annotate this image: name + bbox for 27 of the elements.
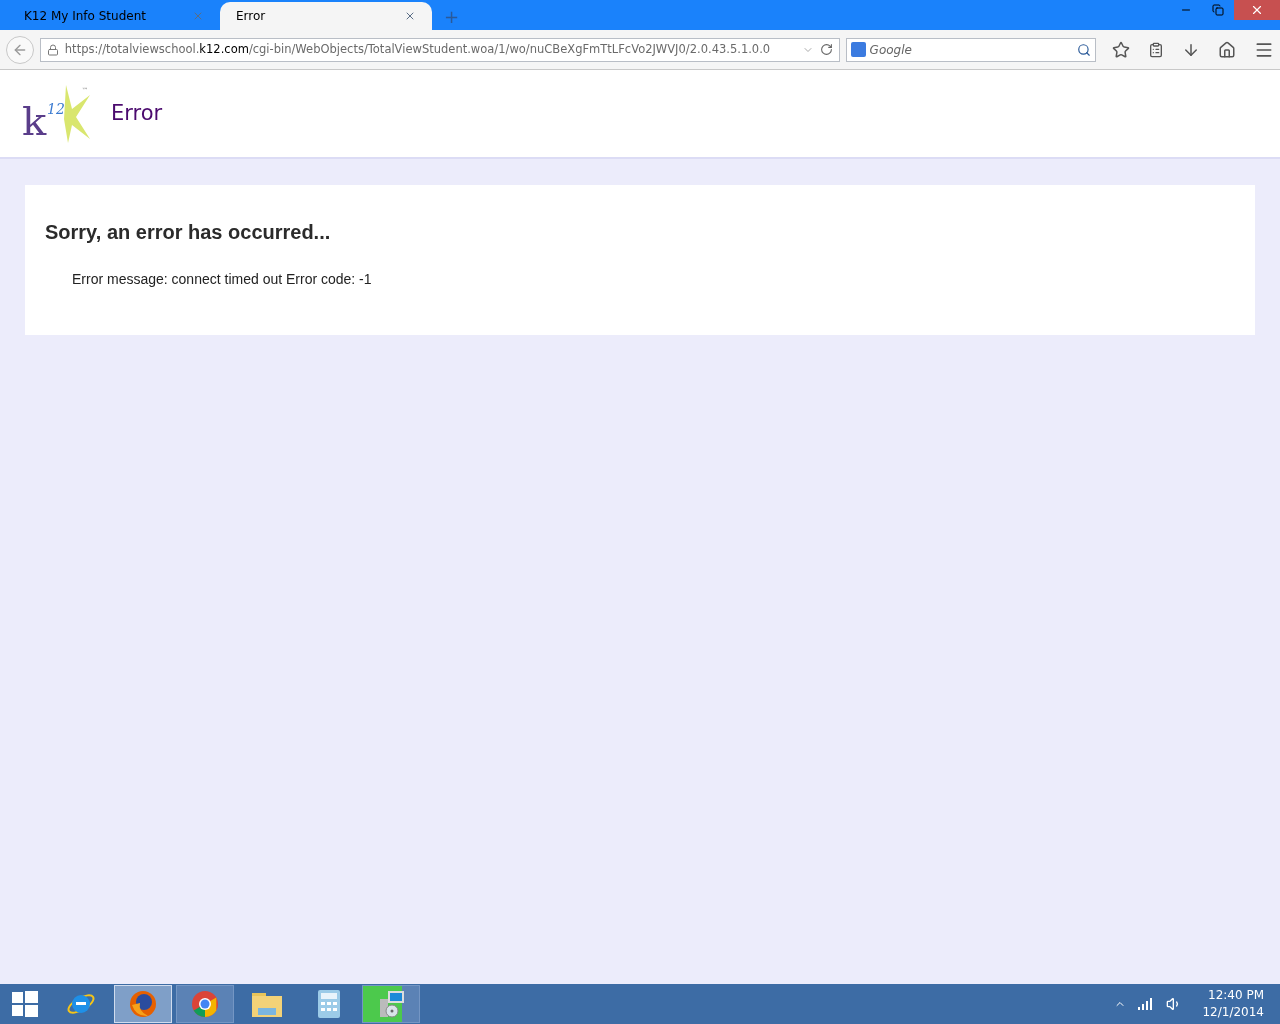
star-icon[interactable] [1112,40,1130,59]
lock-icon [46,43,59,56]
home-icon[interactable] [1218,40,1236,59]
page-title: Error [111,99,163,127]
taskbar-app[interactable] [176,985,234,1023]
error-message: Error message: connect timed out Error code: -1 [72,270,373,289]
signal-bars-icon[interactable] [1138,998,1155,1010]
restore-icon[interactable] [1212,4,1224,16]
clock[interactable]: 12:40 PM 12/1/2014 [1202,987,1264,1021]
reload-icon[interactable] [819,43,833,56]
address-field[interactable]: https://totalviewschool.k12.com/cgi-bin/WebObjects/TotalViewStudent.woa/1/wo/nuCBeXgFmTtLFcVo2JWVJ0/2.0.43.5.1.0.0 [39,37,840,62]
browser-tab[interactable]: Error [220,2,432,30]
search-icon[interactable] [1077,42,1091,57]
close-icon [1250,3,1264,17]
taskbar-app[interactable] [362,985,420,1023]
browser-tab[interactable]: K12 My Info Student [8,2,220,30]
folder-icon [251,990,283,1018]
search-input[interactable]: Google [869,40,1073,59]
error-heading: Sorry, an error has occurred... [45,220,332,245]
list-icon[interactable] [1148,41,1164,58]
windows-logo-icon [12,991,38,1017]
calculator-icon [317,989,341,1019]
search-field[interactable]: Google [845,37,1096,62]
close-icon[interactable] [404,10,416,22]
round-tricolor-icon [190,989,220,1019]
url-text: https://totalviewschool.k12.com/cgi-bin/WebObjects/TotalViewStudent.woa/1/wo/nuCBeXgFmTtLFcVo2JWVJ0/2.0.43.5.1.0.0 [64,40,772,58]
search-engine-icon[interactable] [850,42,866,57]
